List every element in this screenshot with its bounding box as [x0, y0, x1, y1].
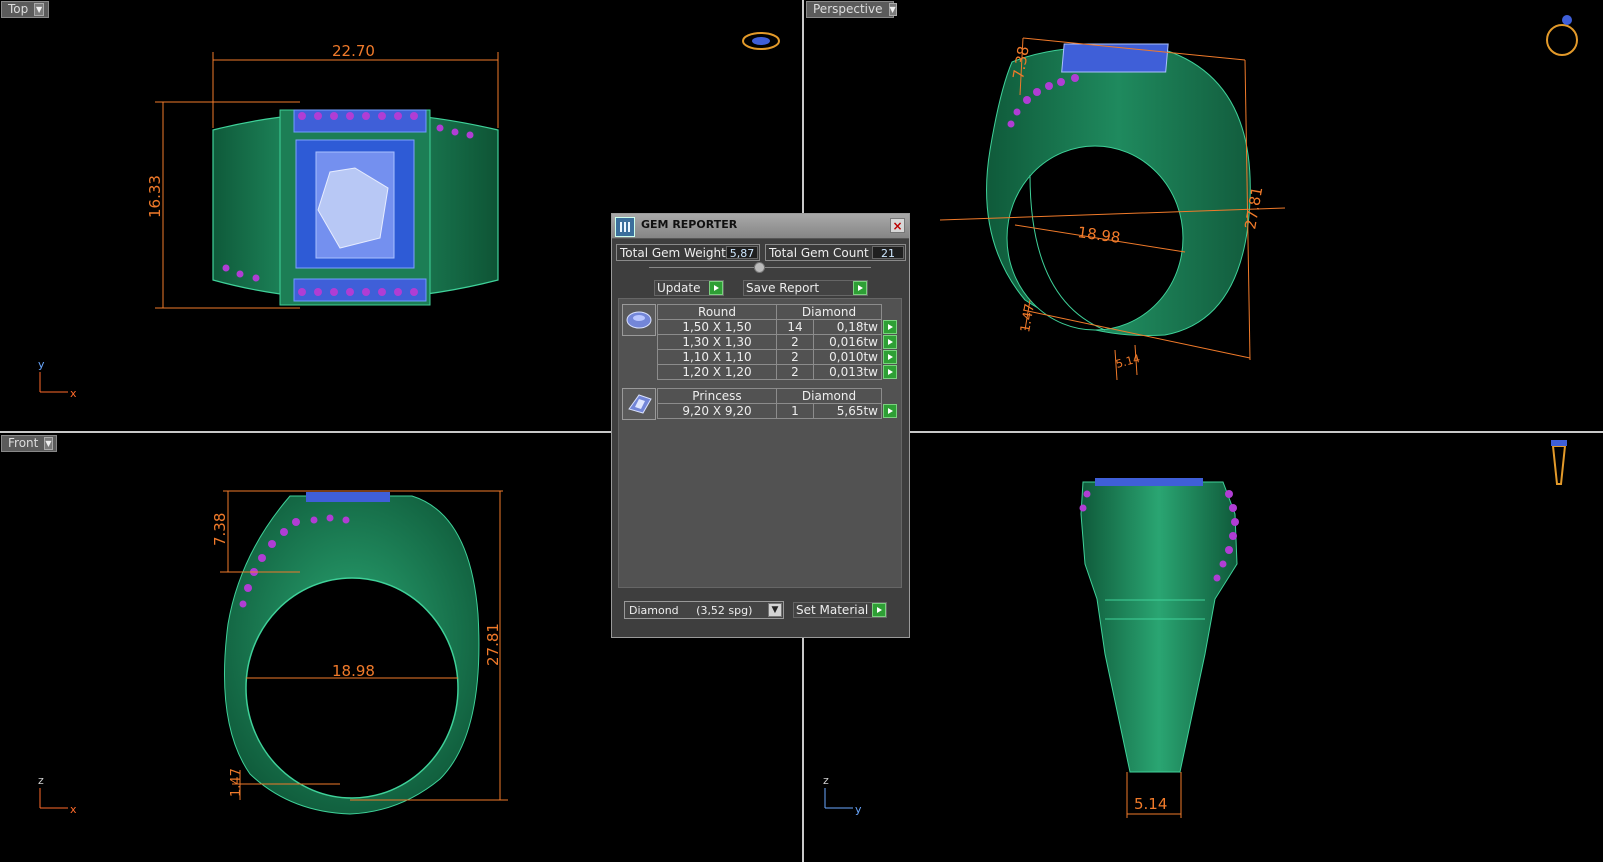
top-height-dimension: 16.33 [146, 175, 164, 218]
total-gem-count-value: 21 [872, 246, 904, 260]
viewport-perspective[interactable]: 7.38 18.98 27.81 1.47 5.14 Perspective ▼ [805, 0, 1603, 431]
select-gems-button[interactable] [883, 320, 897, 335]
table-row[interactable]: 1,50 X 1,50 14 0,18tw [657, 319, 899, 335]
table-row[interactable]: 1,30 X 1,30 2 0,016tw [657, 334, 899, 350]
table-row[interactable]: 1,20 X 1,20 2 0,013tw [657, 364, 899, 380]
front-height-dimension: 27.81 [484, 623, 502, 666]
update-button[interactable]: Update [654, 280, 724, 296]
set-material-button[interactable]: Set Material [793, 602, 887, 618]
persp-thickness-dimension: 1.47 [1018, 303, 1038, 334]
ring-thumbnail-icon [1551, 445, 1567, 485]
ring-thumbnail-icon [1546, 24, 1578, 56]
svg-text:y: y [38, 358, 45, 371]
gem-material-header: Diamond [776, 304, 882, 320]
right-view-canvas: 5.14 z y [823, 440, 1567, 818]
chevron-down-icon[interactable]: ▼ [44, 437, 53, 450]
svg-text:z: z [38, 774, 44, 787]
perspective-view-canvas: 7.38 18.98 27.81 1.47 5.14 [939, 15, 1578, 381]
table-row[interactable]: 9,20 X 9,20 1 5,65tw [657, 403, 899, 419]
gem-reporter-title: GEM REPORTER [641, 218, 738, 231]
right-width-dimension: 5.14 [1134, 795, 1167, 813]
gem-group-round: Round Diamond 1,50 X 1,50 14 0,18tw 1,30… [657, 304, 899, 380]
gem-list[interactable]: Round Diamond 1,50 X 1,50 14 0,18tw 1,30… [618, 298, 902, 588]
splitter-handle-icon[interactable] [754, 262, 765, 273]
front-thickness-dimension: 1.47 [229, 768, 244, 797]
total-gem-weight-value: 5,87 [726, 246, 758, 260]
table-header-row: Princess Diamond [657, 388, 899, 404]
front-diameter-dimension: 18.98 [332, 662, 375, 680]
select-gems-button[interactable] [883, 335, 897, 350]
select-gems-button[interactable] [883, 404, 898, 419]
top-width-dimension: 22.70 [332, 42, 375, 60]
princess-gem-icon [622, 388, 656, 420]
svg-text:y: y [855, 803, 862, 816]
material-select[interactable]: Diamond (3,52 spg) ▼ [624, 601, 784, 619]
gem-shape-header: Princess [657, 388, 777, 404]
gem-shape-header: Round [657, 304, 777, 320]
viewport-right[interactable]: 5.14 z y [805, 434, 1603, 862]
chevron-down-icon[interactable]: ▼ [768, 603, 782, 617]
play-arrow-icon [853, 281, 867, 295]
gem-reporter-icon [615, 217, 635, 237]
gem-group-princess: Princess Diamond 9,20 X 9,20 1 5,65tw [657, 388, 899, 419]
chevron-down-icon[interactable]: ▼ [34, 3, 44, 16]
select-gems-button[interactable] [883, 350, 897, 365]
svg-text:x: x [70, 803, 77, 816]
gem-reporter-titlebar[interactable]: GEM REPORTER × [612, 214, 909, 239]
round-gem-icon [622, 304, 656, 336]
persp-width-dimension: 5.14 [1114, 352, 1141, 371]
gem-reporter-panel: GEM REPORTER × Total Gem Weight 5,87 Tot… [611, 213, 910, 638]
play-arrow-icon [709, 281, 723, 295]
close-button[interactable]: × [890, 218, 905, 233]
play-arrow-icon [872, 603, 886, 617]
select-gems-button[interactable] [883, 365, 898, 380]
viewport-label-front[interactable]: Front ▼ [1, 435, 57, 452]
save-report-button[interactable]: Save Report [743, 280, 868, 296]
total-gem-count: Total Gem Count 21 [765, 244, 906, 261]
front-top-dimension: 7.38 [211, 513, 229, 546]
total-gem-weight: Total Gem Weight 5,87 [616, 244, 760, 261]
gem-material-header: Diamond [776, 388, 882, 404]
table-header-row: Round Diamond [657, 304, 899, 320]
table-row[interactable]: 1,10 X 1,10 2 0,010tw [657, 349, 899, 365]
chevron-down-icon[interactable]: ▼ [888, 3, 897, 16]
svg-text:x: x [70, 387, 77, 400]
viewport-label-top[interactable]: Top ▼ [1, 1, 49, 18]
svg-text:z: z [823, 774, 829, 787]
viewport-label-perspective[interactable]: Perspective ▼ [806, 1, 897, 18]
